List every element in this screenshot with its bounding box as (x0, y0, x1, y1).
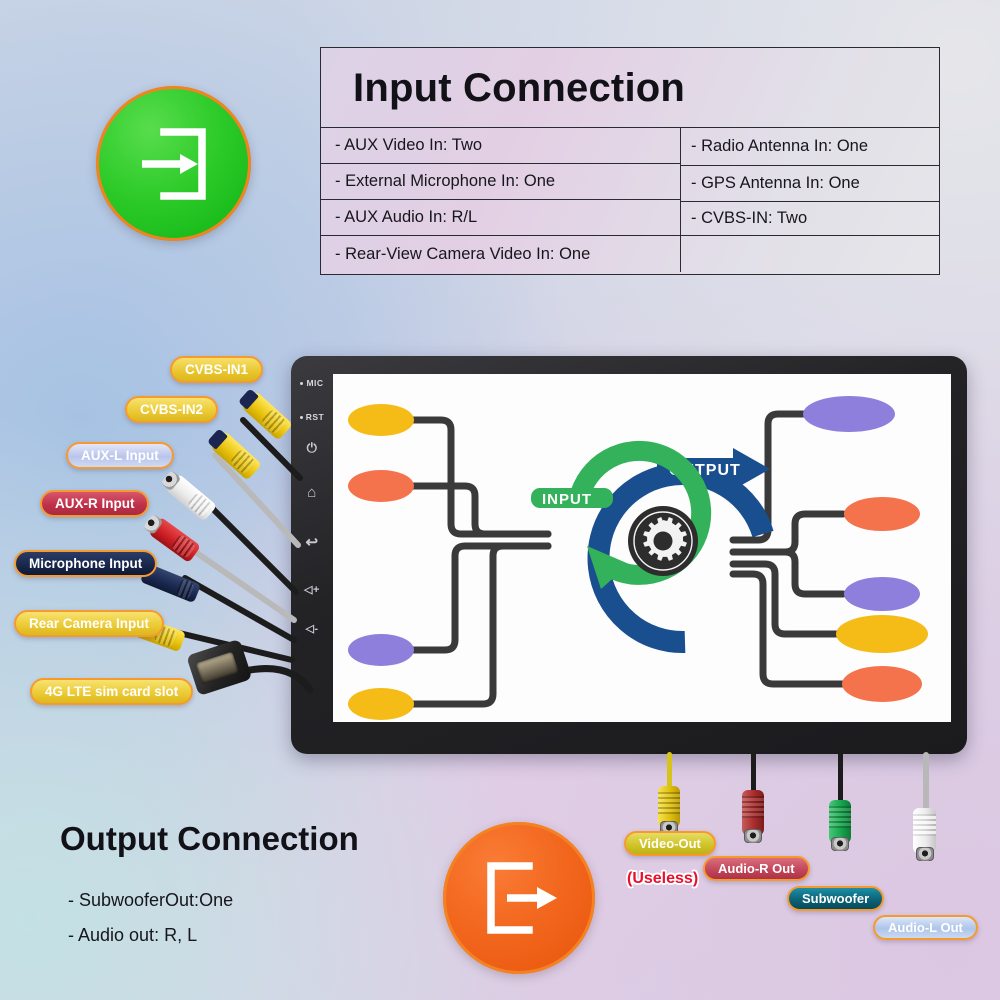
audio-l-out-connector (913, 808, 936, 861)
io-flow-diagram: OUTPUT INPUT (348, 396, 928, 720)
spec-row: - External Microphone In: One (321, 164, 680, 200)
output-badge (443, 822, 595, 974)
volume-down-icon: ◁- (305, 623, 319, 635)
label-rear-camera-input[interactable]: Rear Camera Input (14, 610, 165, 637)
power-icon: ⏻ (306, 440, 318, 455)
side-button-label: MIC (306, 378, 324, 388)
side-button-volume-down[interactable]: ◁- (305, 622, 318, 635)
label-aux-l-input[interactable]: AUX-L Input (66, 442, 174, 469)
back-icon: ↩ (305, 534, 319, 551)
output-connection-block: Output Connection - SubwooferOut:One - A… (60, 820, 410, 946)
label-video-out[interactable]: Video-Out (624, 831, 716, 856)
side-button-power[interactable]: ⏻ (307, 440, 318, 456)
car-head-unit-device: MIC RST ⏻ ⌂ ↩ ◁+ ◁- OUTPUT INPUT (291, 356, 967, 754)
plug-grip (742, 796, 764, 818)
video-out-useless-note: (Useless) (627, 870, 699, 887)
plug-grip (913, 814, 936, 836)
pill-label: AUX-L Input (81, 448, 159, 463)
label-cvbs-in2[interactable]: CVBS-IN2 (125, 396, 219, 423)
label-audio-r-out[interactable]: Audio-R Out (703, 856, 810, 881)
side-button-volume-up[interactable]: ◁+ (304, 583, 320, 596)
label-audio-l-out[interactable]: Audio-L Out (873, 915, 978, 940)
mic-dot-icon (300, 381, 304, 385)
side-button-label: RST (305, 412, 325, 422)
output-connection-title: Output Connection (60, 820, 359, 857)
logout-arrow-icon (487, 862, 557, 934)
pill-label: AUX-R Input (55, 496, 135, 511)
plug-grip (658, 792, 680, 814)
audio-l-out-cable (923, 752, 929, 814)
diagram-node (844, 497, 920, 531)
diagram-node (844, 577, 920, 611)
cvbs-in1-connector (237, 387, 298, 445)
spec-right-column: - Radio Antenna In: One - GPS Antenna In… (681, 128, 939, 236)
input-badge (96, 86, 251, 241)
input-flow-label: INPUT (542, 491, 592, 508)
side-button-reset[interactable]: RST (299, 412, 325, 422)
spec-row: - AUX Audio In: R/L (321, 200, 680, 236)
pill-label: CVBS-IN2 (140, 402, 204, 417)
sim-card-slot-connector (186, 638, 255, 698)
side-button-mic[interactable]: MIC (300, 378, 323, 388)
diagram-node (836, 615, 928, 653)
spec-row: - CVBS-IN: Two (681, 202, 939, 236)
label-cvbs-in1[interactable]: CVBS-IN1 (170, 356, 264, 383)
diagram-node (803, 396, 895, 432)
login-arrow-icon (141, 127, 206, 200)
spec-row: - GPS Antenna In: One (681, 166, 939, 202)
pill-label: Rear Camera Input (29, 616, 150, 631)
gear-process-icon (628, 506, 698, 576)
pill-label: 4G LTE sim card slot (45, 684, 179, 699)
reset-dot-icon (299, 415, 303, 419)
subwoofer-connector (829, 800, 851, 851)
diagram-node (842, 666, 922, 702)
spec-body: - AUX Video In: Two - External Microphon… (321, 128, 939, 274)
output-connection-line: - Audio out: R, L (68, 925, 198, 945)
spec-row: - Radio Antenna In: One (681, 128, 939, 166)
home-icon: ⌂ (307, 484, 317, 501)
volume-up-icon: ◁+ (304, 584, 320, 596)
diagram-node (348, 470, 414, 502)
pill-label: Audio-R Out (718, 861, 795, 876)
spec-row: - Rear-View Camera Video In: One (335, 244, 591, 263)
cvbs-in2-connector (206, 427, 267, 485)
label-subwoofer[interactable]: Subwoofer (787, 886, 885, 911)
device-screen[interactable]: OUTPUT INPUT (333, 374, 951, 722)
side-button-back[interactable]: ↩ (305, 533, 318, 551)
diagram-node (348, 634, 414, 666)
plug-socket (915, 847, 934, 861)
label-sim-card-slot[interactable]: 4G LTE sim card slot (30, 678, 194, 705)
diagram-node (348, 404, 414, 436)
side-button-home[interactable]: ⌂ (307, 484, 317, 501)
label-microphone-input[interactable]: Microphone Input (14, 550, 158, 577)
plug-socket (831, 837, 849, 851)
spec-row: - AUX Video In: Two (321, 128, 680, 164)
pill-label: Subwoofer (802, 891, 870, 906)
spec-left-column: - AUX Video In: Two - External Microphon… (321, 128, 681, 272)
input-connection-table: Input Connection - AUX Video In: Two - E… (320, 47, 940, 275)
diagram-node (348, 688, 414, 720)
plug-socket (744, 829, 762, 843)
output-connection-line: - SubwooferOut:One (68, 890, 234, 910)
audio-r-out-connector (742, 790, 764, 843)
pill-label: Audio-L Out (888, 920, 963, 935)
pill-label: CVBS-IN1 (185, 362, 249, 377)
video-out-connector (658, 786, 680, 835)
pill-label: Video-Out (639, 836, 701, 851)
plug-grip (829, 806, 851, 828)
page-title: Input Connection (321, 48, 939, 128)
pill-label: Microphone Input (29, 556, 143, 571)
device-side-buttons: MIC RST ⏻ ⌂ ↩ ◁+ ◁- (291, 370, 333, 730)
aux-l-connector (159, 468, 220, 524)
label-aux-r-input[interactable]: AUX-R Input (40, 490, 150, 517)
